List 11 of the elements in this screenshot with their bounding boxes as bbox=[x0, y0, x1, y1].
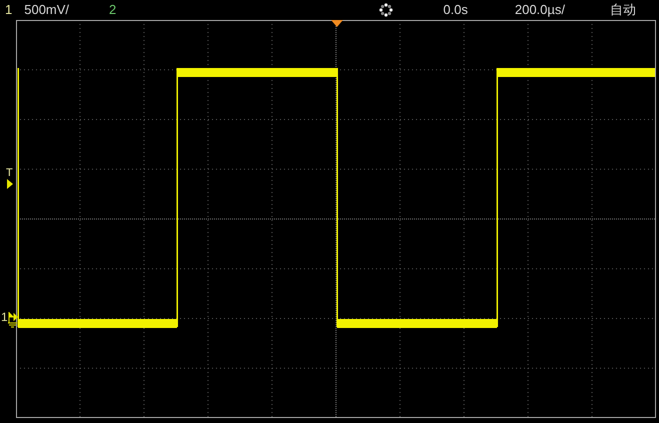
channel-number: 2 bbox=[109, 3, 116, 16]
timebase: 200.0µs/ bbox=[514, 3, 565, 16]
time-offset: 0.0s bbox=[443, 3, 468, 16]
vertical-scale: 500mV/ bbox=[24, 3, 70, 16]
trigger-status-icon bbox=[379, 2, 394, 16]
acquisition-mode: 自动 bbox=[610, 3, 636, 16]
channel-marker-label: 1 bbox=[1, 311, 8, 323]
trigger-level-arrow-icon bbox=[7, 179, 13, 189]
trigger-level-label: T bbox=[6, 168, 13, 179]
trigger-position-marker bbox=[331, 20, 343, 27]
channel-number: 1 bbox=[5, 3, 12, 16]
